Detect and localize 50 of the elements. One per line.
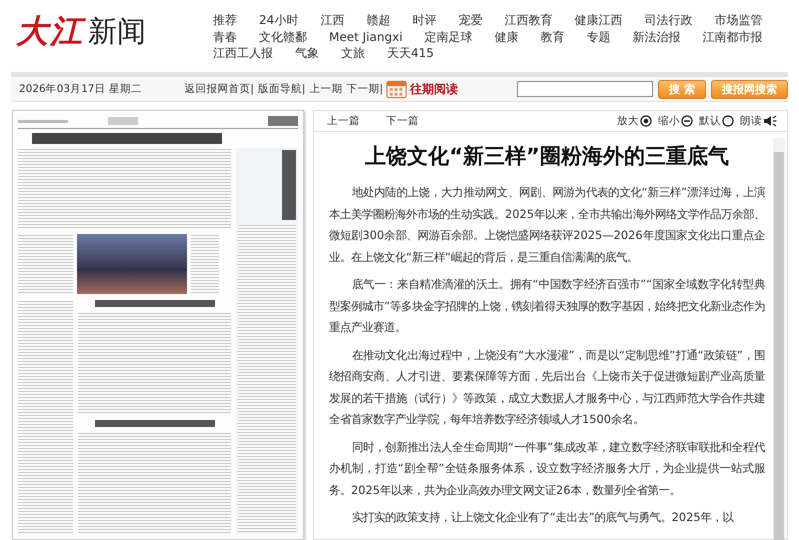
issue-link[interactable]: 上一期 (309, 82, 342, 96)
nav-link[interactable]: 24小时 (259, 12, 298, 28)
article-paragraph: 实打实的政策支持，让上饶文化企业有了“走出去”的底气与勇气。2025年，以 (350, 509, 735, 526)
archive-link[interactable]: 往期阅读 (410, 80, 458, 98)
zoom-in-icon (640, 115, 652, 127)
issue-link[interactable]: 下一期| (346, 82, 383, 96)
nav-link[interactable]: 天天415 (387, 45, 434, 62)
zoom-out-icon (681, 115, 693, 127)
article-paragraph: 地处内陆的上饶，大力推动网文、网剧、网游为代表的文化“新三样”漂洋过海，上演本土美学圈粉海外市场的生动实践。2025年以来，全市共输出海外网络文学作品万余部、微短剧300余部、网游百余部。上饶恺盛网络获评2025—2026年度国家文化出口重点企业。在上饶文化“新三样”崛起的背后，是三重自信满满的底气。 (329, 184, 765, 266)
article-nav-link[interactable]: 下一篇 (386, 114, 419, 128)
nav-link[interactable]: 宠爱 (458, 12, 482, 28)
nav-link[interactable]: 专题 (586, 28, 611, 45)
nav-link[interactable]: 定南足球 (424, 28, 473, 45)
article-title: 上饶文化“新三样”圈粉海外的三重底气 (364, 143, 730, 170)
nav-link[interactable]: 市场监管 (714, 12, 762, 28)
nav-link[interactable]: 教育 (540, 28, 565, 45)
nav-link[interactable]: 江南都市报 (702, 28, 763, 45)
newspaper-page-drawing[interactable] (12, 110, 304, 540)
scrollbar[interactable] (773, 138, 785, 539)
text-tool-button[interactable]: 朗读 (740, 114, 777, 128)
text-tool-button[interactable]: 放大 (617, 114, 652, 128)
article-paragraph: 在推动文化出海过程中，上饶没有“大水漫灌”，而是以“定制思维”打通“政策链”，围绕招商安商、人才引进、要素保障等方面，先后出台《上饶市关于促进微短剧产业高质量发展的若干措施（试行）》等政策，成立大数据人才服务中心，与江西师范大学合作共建全省首家数字产业学院，每年培养数字经济领域人才1500余名。 (329, 346, 765, 428)
search-field[interactable] (517, 81, 654, 97)
nav-link[interactable]: 司法行政 (644, 12, 692, 28)
nav-link[interactable]: 青春 (213, 28, 237, 45)
nav-link[interactable]: 新法治报 (632, 28, 681, 45)
nav-link[interactable]: 文旅 (341, 45, 365, 62)
speaker-icon (763, 115, 777, 127)
nav-link[interactable]: 时评 (412, 12, 436, 28)
nav-link[interactable]: 文化赣鄱 (259, 28, 307, 45)
circle-icon (722, 115, 734, 127)
nav-link[interactable]: 江西教育 (504, 12, 552, 28)
nav-link[interactable]: 赣超 (366, 12, 390, 28)
text-tool-button[interactable]: 默认 (699, 114, 734, 128)
article-paragraph: 底气一：来自精准滴灌的沃土。拥有“中国数字经济百强市”“国家全域数字化转型典型案例城市”等多块金字招牌的上饶，镌刻着得天独厚的数字基因，始终把文化新业态作为重点产业赛道。 (329, 276, 765, 336)
calendar-icon[interactable] (386, 79, 408, 99)
nav-link[interactable]: 推荐 (213, 12, 237, 28)
site-logo[interactable]: 大江新闻 (16, 10, 201, 54)
issue-link[interactable]: 版面导航| (258, 82, 306, 96)
article-paragraph: 同时，创新推出法人全生命周期“一件事”集成改革，建立数字经济联审联批和全程代办机制，打造“剧全帮”全链条服务体系，设立数字经济服务大厅，为企业提供一站式服务。2025年以来，共为企业高效办理文网文证26本，数量列全省第一。 (329, 438, 765, 498)
nav-link[interactable]: 江西 (320, 12, 344, 28)
nav-link[interactable]: 健康江西 (574, 12, 622, 28)
nav-link[interactable]: 气象 (295, 45, 319, 62)
nav-link[interactable]: 健康 (494, 28, 519, 45)
issue-link[interactable]: 返回报网首页| (184, 82, 254, 96)
text-tool-button[interactable]: 缩小 (658, 114, 693, 128)
nav-link[interactable]: 江西工人报 (213, 45, 273, 62)
article-nav-link[interactable]: 上一篇 (327, 114, 360, 128)
nav-link[interactable]: Meet Jiangxi (329, 28, 403, 45)
issue-date: 2026年03月17日 星期二 (19, 82, 143, 96)
